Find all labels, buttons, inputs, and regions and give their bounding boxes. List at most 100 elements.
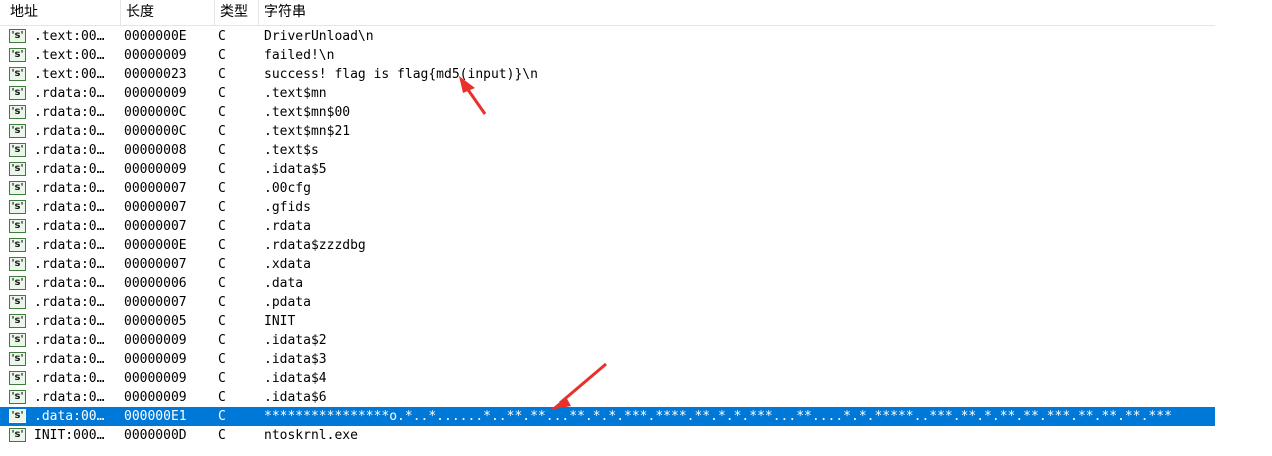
string-cell: DriverUnload\n [264,29,374,44]
string-type-icon: 's' [9,257,26,271]
string-cell: failed!\n [264,48,335,63]
type-cell: C [218,295,226,310]
type-cell: C [218,390,226,405]
table-row[interactable]: 's' .rdata:0… 00000007 C .00cfg [0,179,1215,198]
string-cell: .rdata [264,219,311,234]
table-row[interactable]: 's' .rdata:0… 00000009 C .idata$3 [0,350,1215,369]
string-cell: .data [264,276,304,291]
type-cell: C [218,409,226,424]
table-row[interactable]: 's' .rdata:0… 00000009 C .text$mn [0,84,1215,103]
type-cell: C [218,48,226,63]
length-cell: 000000E1 [124,409,187,424]
length-cell: 00000007 [124,181,187,196]
type-cell: C [218,181,226,196]
table-row[interactable]: 's' .rdata:0… 00000009 C .idata$6 [0,388,1215,407]
table-row[interactable]: 's' .rdata:0… 00000007 C .gfids [0,198,1215,217]
length-cell: 00000007 [124,219,187,234]
string-type-icon: 's' [9,29,26,43]
type-cell: C [218,29,226,44]
table-row[interactable]: 's' .rdata:0… 0000000C C .text$mn$21 [0,122,1215,141]
type-cell: C [218,352,226,367]
length-cell: 00000008 [124,143,187,158]
type-cell: C [218,124,226,139]
address-cell: .rdata:0… [34,238,105,253]
string-cell: .idata$3 [264,352,327,367]
length-cell: 00000007 [124,200,187,215]
address-cell: .text:00… [34,67,105,82]
type-cell: C [218,333,226,348]
string-type-icon: 's' [9,409,26,423]
string-cell: success! flag is flag{md5(input)}\n [264,67,538,82]
string-cell: .xdata [264,257,311,272]
table-row[interactable]: 's' .rdata:0… 00000007 C .pdata [0,293,1215,312]
type-cell: C [218,238,226,253]
table-row[interactable]: 's' .rdata:0… 00000009 C .idata$5 [0,160,1215,179]
string-type-icon: 's' [9,219,26,233]
string-type-icon: 's' [9,371,26,385]
strings-list: 's' .text:00… 0000000E C DriverUnload\n 's' .t… [0,27,1215,445]
string-cell: .pdata [264,295,311,310]
length-cell: 00000007 [124,257,187,272]
type-cell: C [218,371,226,386]
address-cell: .rdata:0… [34,181,105,196]
column-header-string[interactable]: 字符串 [259,0,1215,25]
length-cell: 00000009 [124,48,187,63]
address-cell: .rdata:0… [34,219,105,234]
length-cell: 00000009 [124,390,187,405]
column-header-length[interactable]: 长度 [121,0,215,25]
length-cell: 0000000C [124,105,187,120]
table-row[interactable]: 's' .rdata:0… 00000008 C .text$s [0,141,1215,160]
table-row[interactable]: 's' .text:00… 00000023 Csuccess! flag is fl… [0,65,1215,84]
string-cell: ****************o.*..*......*..**.**...*… [264,409,1172,424]
table-row[interactable]: 's' .rdata:0… 00000006 C .data [0,274,1215,293]
string-cell: .idata$4 [264,371,327,386]
length-cell: 0000000E [124,238,187,253]
string-type-icon: 's' [9,276,26,290]
string-cell: .text$s [264,143,319,158]
address-cell: .rdata:0… [34,333,105,348]
address-cell: .text:00… [34,29,105,44]
address-cell: .rdata:0… [34,371,105,386]
length-cell: 0000000E [124,29,187,44]
table-row[interactable]: 's' .rdata:0… 0000000E C .rdata$zzzdbg [0,236,1215,255]
string-type-icon: 's' [9,295,26,309]
table-row[interactable]: 's' .rdata:0… 00000009 C .idata$4 [0,369,1215,388]
type-cell: C [218,86,226,101]
address-cell: INIT:000… [34,428,105,443]
length-cell: 00000009 [124,333,187,348]
string-type-icon: 's' [9,143,26,157]
table-row[interactable]: 's' INIT:000… 0000000D Cntoskrnl.exe [0,426,1215,445]
column-header-address[interactable]: 地址 [5,0,121,25]
address-cell: .data:00… [34,409,105,424]
table-row[interactable]: 's' .text:00… 0000000E C DriverUnload\n [0,27,1215,46]
table-row[interactable]: 's' .rdata:0… 00000005 C INIT [0,312,1215,331]
string-type-icon: 's' [9,200,26,214]
type-cell: C [218,428,226,443]
column-header-type[interactable]: 类型 [215,0,259,25]
table-row[interactable]: 's' .rdata:0… 00000007 C .rdata [0,217,1215,236]
column-header-bar: 地址 长度 类型 字符串 [0,0,1215,26]
string-type-icon: 's' [9,390,26,404]
type-cell: C [218,314,226,329]
string-type-icon: 's' [9,428,26,442]
string-cell: INIT [264,314,296,329]
string-cell: .idata$2 [264,333,327,348]
type-cell: C [218,143,226,158]
table-row[interactable]: 's' .rdata:0… 00000009 C .idata$2 [0,331,1215,350]
type-cell: C [218,257,226,272]
string-cell: .idata$5 [264,162,327,177]
table-row[interactable]: 's' .rdata:0… 00000007 C .xdata [0,255,1215,274]
address-cell: .rdata:0… [34,314,105,329]
table-row[interactable]: 's' .data:00… 000000E1 C ****************o.*… [0,407,1215,426]
length-cell: 00000009 [124,86,187,101]
type-cell: C [218,200,226,215]
table-row[interactable]: 's' .text:00… 00000009 Cfailed!\n [0,46,1215,65]
string-cell: .gfids [264,200,311,215]
table-row[interactable]: 's' .rdata:0… 0000000C C .text$mn$00 [0,103,1215,122]
type-cell: C [218,276,226,291]
address-cell: .rdata:0… [34,352,105,367]
string-cell: .00cfg [264,181,311,196]
address-cell: .rdata:0… [34,390,105,405]
type-cell: C [218,219,226,234]
string-cell: .rdata$zzzdbg [264,238,366,253]
